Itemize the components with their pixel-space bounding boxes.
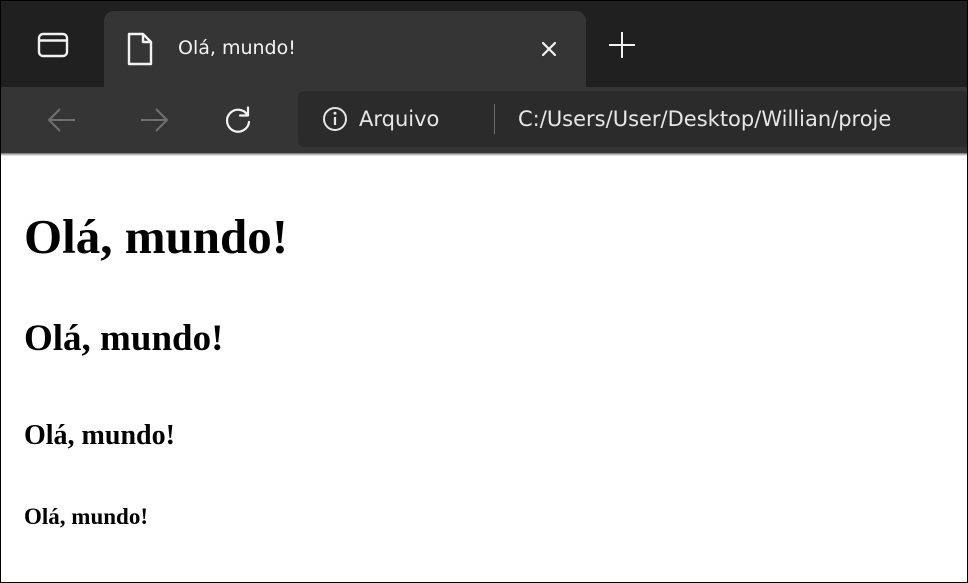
refresh-icon: [226, 106, 251, 133]
page-icon: [127, 32, 153, 66]
page-content: Olá, mundo! Olá, mundo! Olá, mundo! Olá,…: [1, 156, 967, 582]
tab-actions-button[interactable]: [23, 15, 83, 75]
forward-button[interactable]: [131, 97, 177, 143]
refresh-button[interactable]: [215, 97, 261, 143]
arrow-right-icon: [141, 108, 169, 132]
info-icon[interactable]: [322, 106, 348, 132]
tab-active[interactable]: Olá, mundo!: [104, 11, 586, 87]
tab-title: Olá, mundo!: [178, 37, 296, 59]
tab-actions-icon: [37, 32, 69, 58]
address-divider: [494, 104, 495, 134]
browser-window: Olá, mundo! Arquivo C:/Users/User/Deskto…: [0, 0, 968, 583]
url-text[interactable]: C:/Users/User/Desktop/Willian/proje: [518, 104, 891, 134]
close-icon: [541, 41, 557, 57]
back-button[interactable]: [39, 97, 85, 143]
tab-strip: Olá, mundo!: [1, 1, 967, 87]
tab-close-button[interactable]: [532, 32, 566, 66]
heading-4: Olá, mundo!: [24, 504, 148, 529]
heading-3: Olá, mundo!: [24, 420, 175, 451]
heading-1: Olá, mundo!: [24, 209, 289, 264]
heading-2: Olá, mundo!: [24, 318, 224, 359]
plus-icon: [609, 32, 635, 58]
arrow-left-icon: [47, 108, 75, 132]
address-bar[interactable]: Arquivo C:/Users/User/Desktop/Willian/pr…: [298, 91, 967, 147]
navigation-toolbar: Arquivo C:/Users/User/Desktop/Willian/pr…: [1, 87, 967, 153]
new-tab-button[interactable]: [602, 25, 642, 65]
site-info-label[interactable]: Arquivo: [359, 104, 439, 134]
